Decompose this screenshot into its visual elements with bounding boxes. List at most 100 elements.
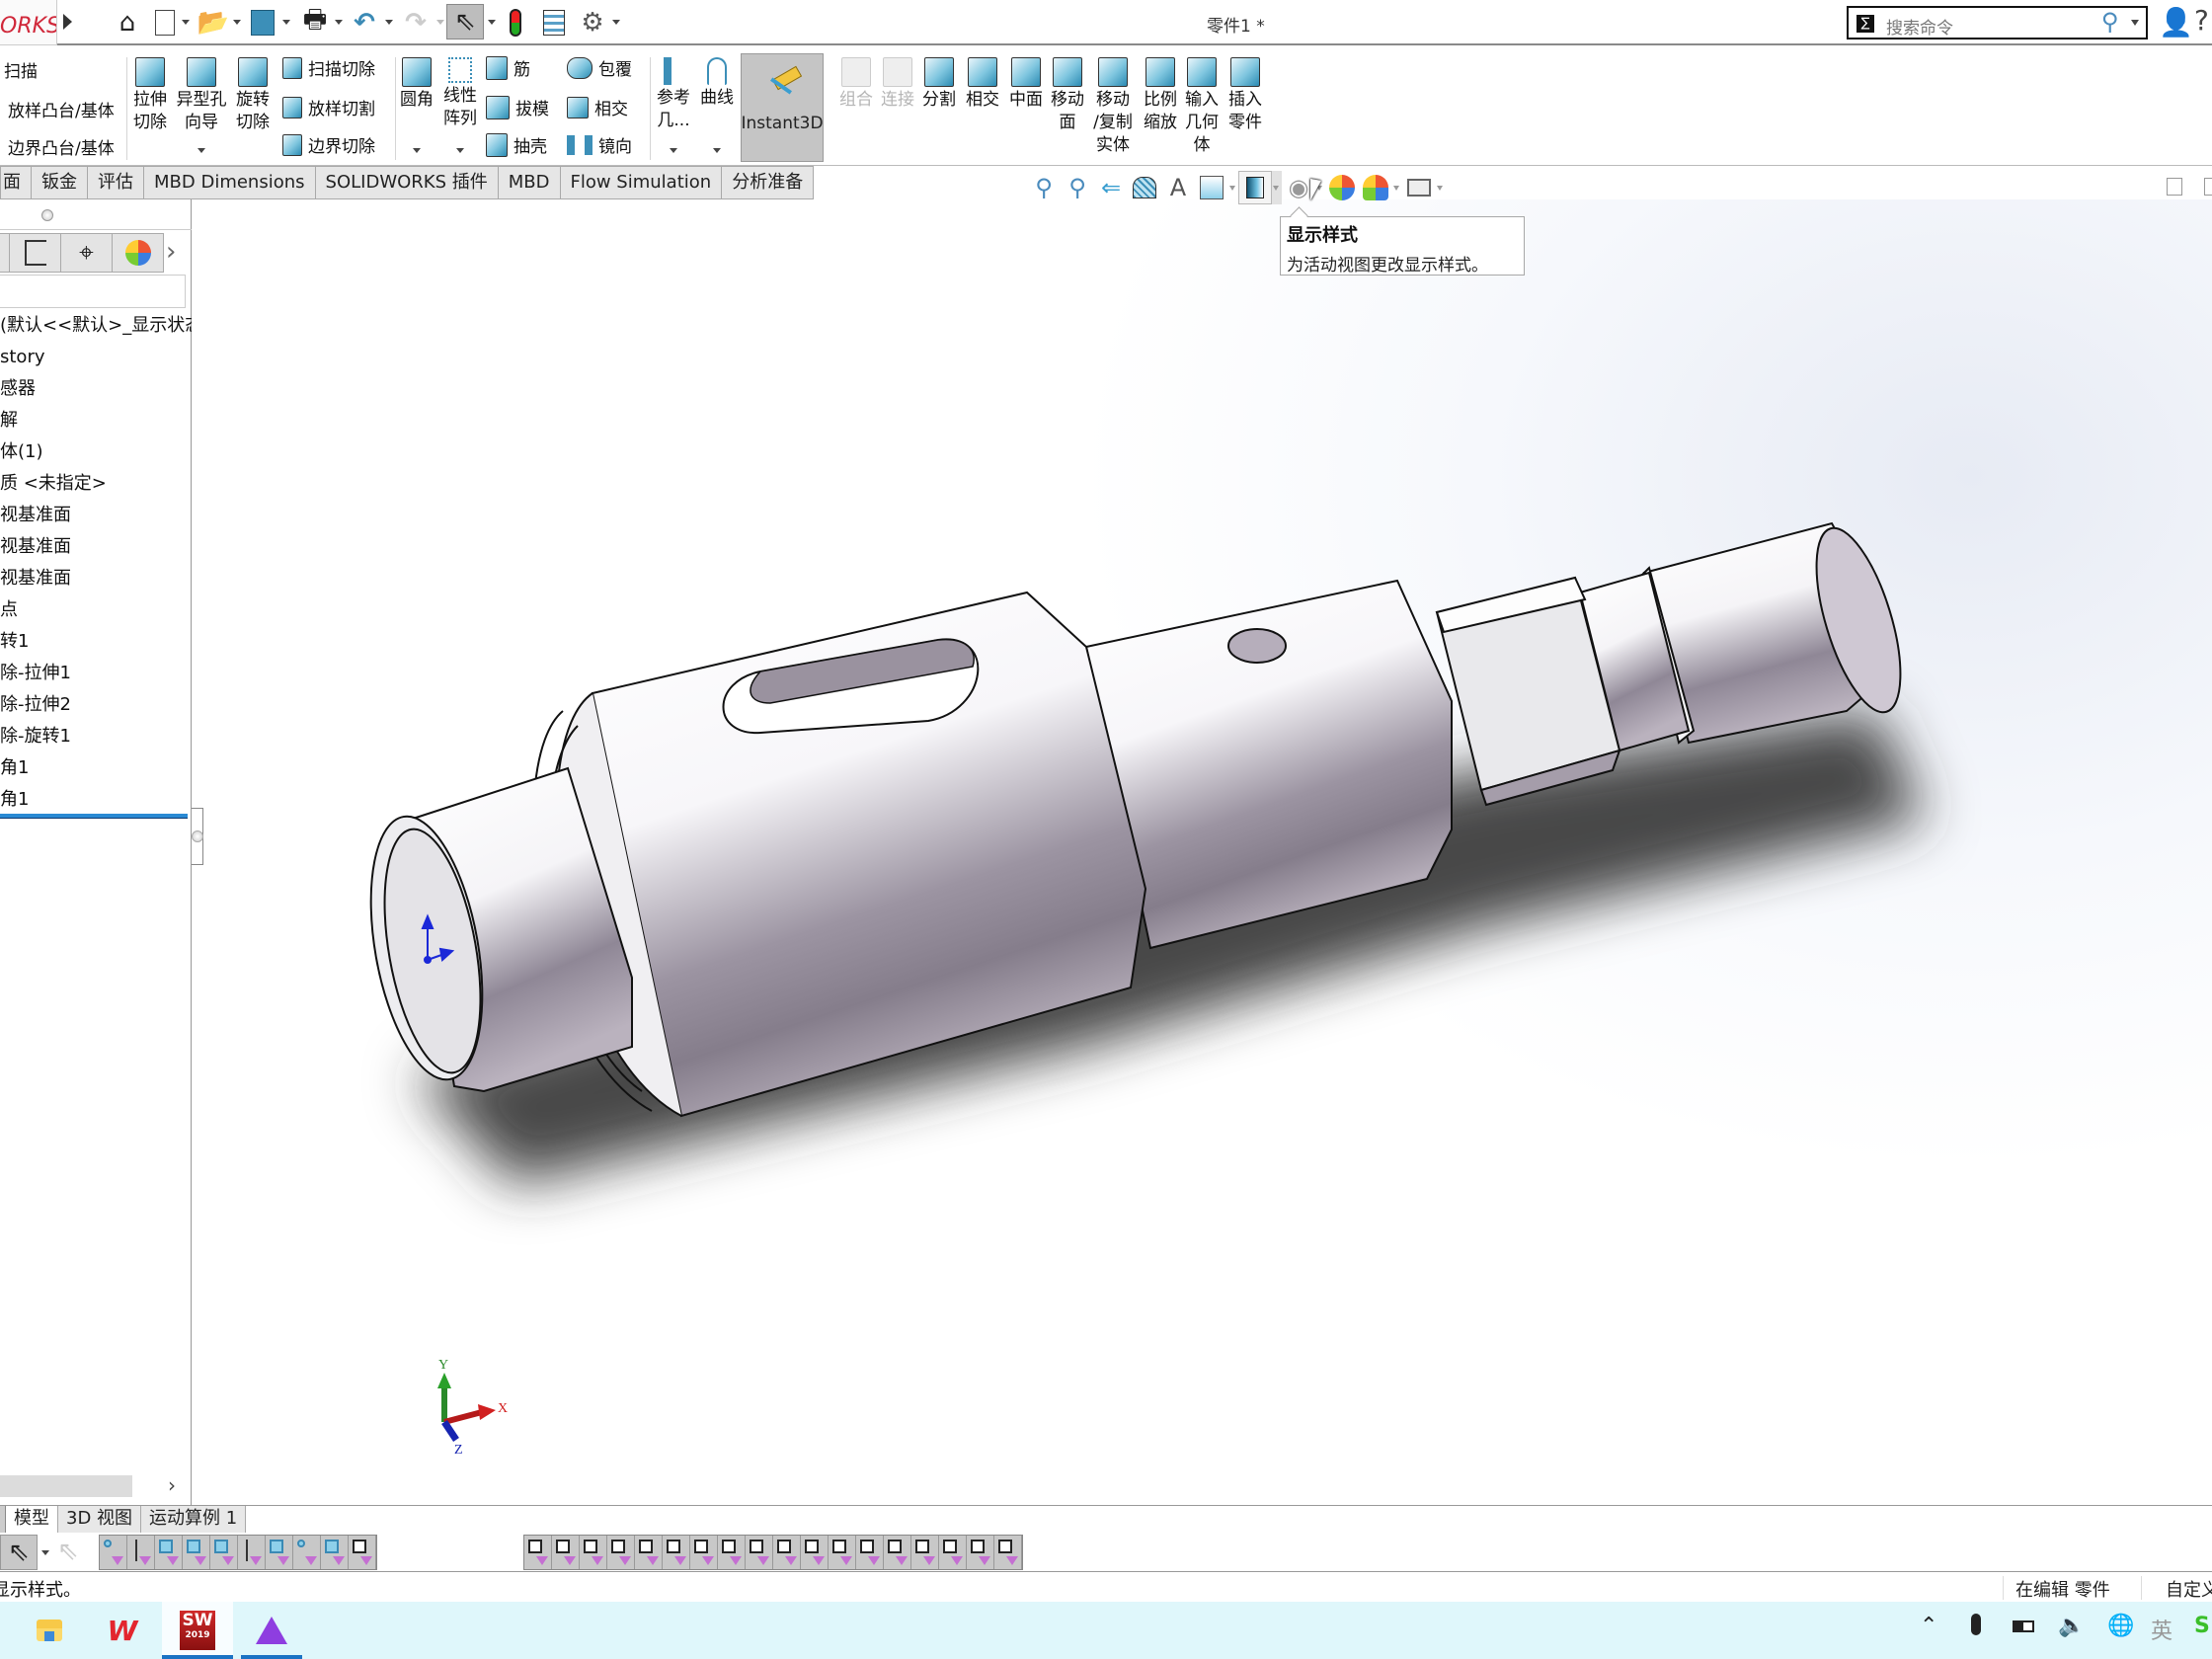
feature-tree-item[interactable]: 除-拉伸2	[0, 689, 192, 721]
filter-midpoints-button[interactable]	[349, 1536, 376, 1569]
filter-sketch-segments-button[interactable]	[321, 1536, 349, 1569]
panel-pin-icon[interactable]	[41, 209, 53, 221]
linear-pattern-dropdown-icon[interactable]	[456, 148, 464, 153]
new-document-icon[interactable]	[150, 6, 180, 40]
curves-dropdown-icon[interactable]	[713, 148, 721, 153]
sogou-icon[interactable]: S	[2194, 1614, 2210, 1638]
filter-datum-features-button[interactable]	[690, 1536, 718, 1569]
filter-vertices-button[interactable]	[100, 1536, 127, 1569]
extruded-cut-button[interactable]: 拉伸 切除	[132, 57, 168, 134]
filter-dowel-pins-button[interactable]	[829, 1536, 856, 1569]
print-icon[interactable]: 🖶	[298, 5, 332, 40]
sweep-boss-button[interactable]: 扫描	[4, 57, 38, 82]
filter-dimensions-button[interactable]	[580, 1536, 607, 1569]
select-dropdown-icon[interactable]	[488, 20, 496, 25]
command-tab[interactable]: MBD	[498, 166, 561, 199]
previous-view-icon[interactable]: ⇐	[1094, 171, 1128, 204]
menu-expand-arrow-icon[interactable]	[63, 14, 72, 30]
save-icon[interactable]	[247, 6, 278, 40]
filter-axes-button[interactable]	[238, 1536, 266, 1569]
swept-cut-button[interactable]: 扫描切除	[282, 55, 375, 80]
feature-tree-item[interactable]: 除-旋转1	[0, 721, 192, 752]
scale-button[interactable]: 比例 缩放	[1140, 57, 1181, 134]
search-icon[interactable]: ⚲	[2101, 8, 2119, 36]
view-settings-dropdown-icon[interactable]	[1436, 171, 1446, 204]
feature-tree-item[interactable]: 视基准面	[0, 563, 192, 594]
taskbar-ai-app[interactable]	[241, 1602, 302, 1659]
microphone-icon[interactable]	[1971, 1614, 1981, 1641]
open-dropdown-icon[interactable]	[233, 20, 241, 25]
reference-geometry-dropdown-icon[interactable]	[670, 148, 677, 153]
command-tab[interactable]: MBD Dimensions	[144, 166, 316, 199]
bottom-tab[interactable]: 模型	[6, 1506, 58, 1533]
edit-appearance-icon[interactable]	[1325, 171, 1359, 204]
revolved-cut-button[interactable]: 旋转 切除	[235, 57, 271, 134]
undo-icon[interactable]: ↶	[348, 6, 381, 40]
fillet-button[interactable]: 圆角	[399, 57, 434, 112]
viewport-maximize-icon[interactable]	[2204, 178, 2212, 196]
configuration-manager-tab[interactable]	[10, 233, 61, 273]
undo-dropdown-icon[interactable]	[385, 20, 393, 25]
file-properties-icon[interactable]	[539, 6, 569, 40]
graphics-area[interactable]: Y X Z	[193, 199, 2212, 1505]
search-dropdown-icon[interactable]	[2131, 20, 2139, 26]
curves-button[interactable]: 曲线	[697, 57, 737, 110]
user-icon[interactable]: 👤	[2159, 6, 2193, 39]
intersect-button[interactable]: 相交	[962, 57, 1003, 112]
save-dropdown-icon[interactable]	[282, 20, 290, 25]
linear-pattern-button[interactable]: 线性 阵列	[440, 57, 480, 130]
feature-tree-item[interactable]: 质 <未指定>	[0, 468, 192, 500]
hole-wizard-dropdown-icon[interactable]	[198, 148, 205, 153]
feature-tree-item[interactable]: 角1	[0, 784, 192, 816]
shell-button[interactable]: 抽壳	[486, 132, 547, 157]
help-icon[interactable]: ?	[2194, 4, 2209, 37]
feature-tree-item[interactable]: story	[0, 342, 192, 373]
mirror-button[interactable]: 镜向	[567, 132, 632, 157]
bottom-tab[interactable]: 运动算例 1	[141, 1506, 247, 1533]
feature-tree-item[interactable]: 点	[0, 594, 192, 626]
filter-vertices-2-button[interactable]	[994, 1536, 1022, 1569]
filter-datum-targets-button[interactable]	[746, 1536, 773, 1569]
feature-tree-filter-input[interactable]	[0, 275, 186, 308]
feature-tree-item[interactable]: 解	[0, 405, 192, 436]
display-manager-tab[interactable]	[113, 233, 164, 273]
feature-tree-item[interactable]: 视基准面	[0, 531, 192, 563]
gear-icon[interactable]: ⚙	[577, 6, 608, 40]
instant3d-toggle[interactable]: Instant3D	[741, 53, 824, 162]
ime-icon[interactable]: 英	[2151, 1614, 2172, 1645]
select-arrow-icon[interactable]: ⇖	[0, 1535, 38, 1570]
mid-surface-button[interactable]: 中面	[1005, 57, 1047, 112]
intersect-feature-button[interactable]: 相交	[567, 95, 628, 119]
feature-tree-item[interactable]: 除-拉伸1	[0, 658, 192, 689]
insert-part-button[interactable]: 插入 零件	[1224, 57, 1266, 134]
fillet-dropdown-icon[interactable]	[413, 148, 421, 153]
filter-notes-button[interactable]	[663, 1536, 690, 1569]
filter-edges-2-button[interactable]	[967, 1536, 994, 1569]
command-search-input[interactable]: ∑ 搜索命令	[1847, 6, 1990, 40]
filter-routing-points-button[interactable]	[884, 1536, 911, 1569]
lofted-cut-button[interactable]: 放样切割	[282, 95, 375, 119]
network-icon[interactable]: 🌐	[2107, 1614, 2134, 1638]
filter-faces-2-button[interactable]	[939, 1536, 967, 1569]
feature-tree-item[interactable]: 感器	[0, 373, 192, 405]
import-geometry-button[interactable]: 输入 几何 体	[1181, 57, 1223, 157]
feature-tree-item[interactable]: 体(1)	[0, 436, 192, 468]
rib-button[interactable]: 筋	[486, 55, 530, 80]
select-dropdown-icon[interactable]	[41, 1550, 49, 1555]
view-orientation-dropdown-icon[interactable]	[1228, 171, 1238, 204]
filter-edges-button[interactable]	[127, 1536, 155, 1569]
volume-icon[interactable]: 🔈	[2058, 1614, 2085, 1638]
feature-tree-item[interactable]: 视基准面	[0, 500, 192, 531]
open-folder-icon[interactable]: 📂	[196, 6, 231, 40]
battery-icon[interactable]	[2013, 1614, 2034, 1638]
move-face-button[interactable]: 移动 面	[1047, 57, 1088, 134]
dynamic-annotation-views-icon[interactable]: A	[1161, 171, 1195, 204]
taskbar-wps-office[interactable]: W	[93, 1602, 152, 1659]
filter-connection-points-button[interactable]	[911, 1536, 939, 1569]
panel-splitter[interactable]	[192, 808, 203, 865]
apply-scene-icon[interactable]	[1359, 171, 1392, 204]
filter-planes-button[interactable]	[266, 1536, 293, 1569]
filter-weld-symbols-button[interactable]	[718, 1536, 746, 1569]
feature-tree-item[interactable]: (默认<<默认>_显示状态	[0, 310, 192, 342]
filter-sketch-points-button[interactable]	[293, 1536, 321, 1569]
